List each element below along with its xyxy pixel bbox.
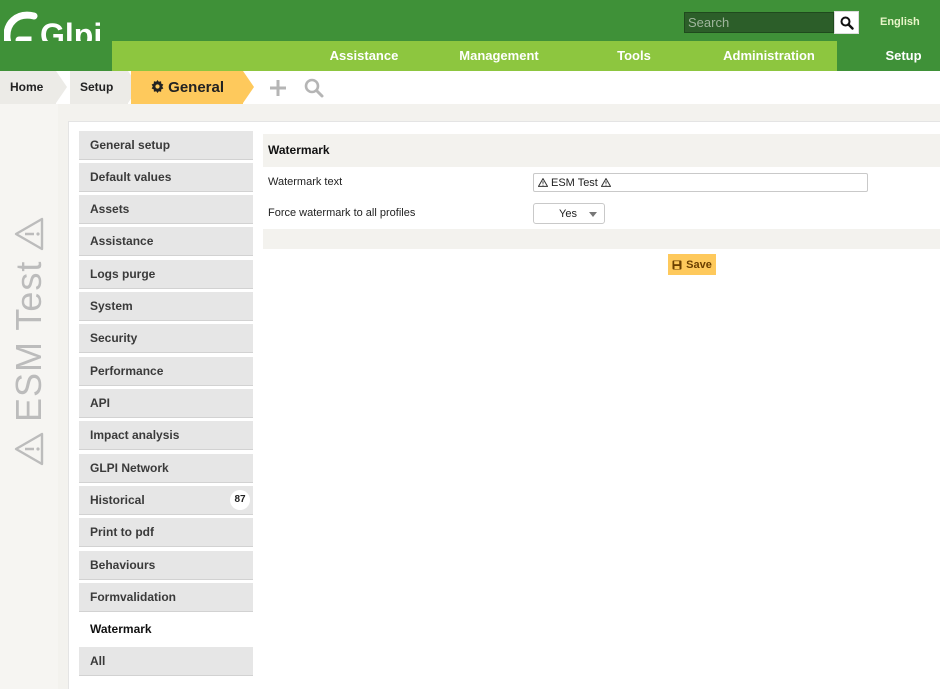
tab-watermark[interactable]: Watermark bbox=[79, 615, 253, 644]
save-button[interactable]: Save bbox=[668, 254, 716, 275]
breadcrumb-general[interactable]: General bbox=[131, 71, 243, 104]
plus-icon[interactable] bbox=[267, 77, 289, 99]
tab-logs-purge[interactable]: Logs purge bbox=[79, 260, 253, 289]
tab-system[interactable]: System bbox=[79, 292, 253, 321]
watermark-text: ESM Test bbox=[8, 217, 50, 466]
breadcrumb: Home Setup General bbox=[0, 71, 940, 104]
watermark-text-label: Watermark text bbox=[268, 176, 343, 188]
force-watermark-select[interactable]: Yes bbox=[533, 203, 605, 224]
tab-assistance[interactable]: Assistance bbox=[79, 227, 253, 256]
menu-notch bbox=[0, 41, 112, 71]
search-icon bbox=[840, 16, 854, 30]
tab-general-setup[interactable]: General setup bbox=[79, 131, 253, 160]
warning-icon bbox=[538, 178, 548, 187]
count-badge: 87 bbox=[230, 490, 250, 510]
menu-assistance[interactable]: Assistance bbox=[308, 41, 420, 71]
tab-impact-analysis[interactable]: Impact analysis bbox=[79, 421, 253, 450]
tab-print-to-pdf[interactable]: Print to pdf bbox=[79, 518, 253, 547]
tab-behaviours[interactable]: Behaviours bbox=[79, 551, 253, 580]
warning-icon bbox=[600, 178, 611, 187]
tab-performance[interactable]: Performance bbox=[79, 357, 253, 386]
tab-assets[interactable]: Assets bbox=[79, 195, 253, 224]
chevron-down-icon bbox=[589, 212, 597, 217]
tab-api[interactable]: API bbox=[79, 389, 253, 418]
gear-icon bbox=[151, 80, 164, 93]
menu-setup[interactable]: Setup bbox=[837, 41, 940, 71]
form-title: Watermark bbox=[263, 134, 940, 167]
tab-glpi-network[interactable]: GLPI Network bbox=[79, 454, 253, 483]
menu-administration[interactable]: Administration bbox=[700, 41, 838, 71]
menu-management[interactable]: Management bbox=[440, 41, 558, 71]
language-switcher[interactable]: English bbox=[880, 16, 920, 28]
menu-tools[interactable]: Tools bbox=[598, 41, 670, 71]
tab-formvalidation[interactable]: Formvalidation bbox=[79, 583, 253, 612]
watermark-strip: ESM Test bbox=[0, 104, 58, 689]
tab-security[interactable]: Security bbox=[79, 324, 253, 353]
search-button[interactable] bbox=[834, 11, 859, 34]
breadcrumb-home[interactable]: Home bbox=[0, 71, 56, 104]
search-icon[interactable] bbox=[303, 77, 325, 99]
tab-historical[interactable]: Historical 87 bbox=[79, 486, 253, 515]
search-input[interactable] bbox=[684, 12, 834, 33]
tab-default-values[interactable]: Default values bbox=[79, 163, 253, 192]
breadcrumb-setup[interactable]: Setup bbox=[70, 71, 128, 104]
form-footer bbox=[263, 229, 940, 249]
warning-icon bbox=[14, 432, 44, 466]
warning-icon bbox=[14, 217, 44, 250]
tab-all[interactable]: All bbox=[79, 647, 253, 676]
floppy-icon bbox=[672, 260, 682, 269]
watermark-text-field[interactable]: ESM Test bbox=[533, 173, 868, 192]
force-watermark-label: Force watermark to all profiles bbox=[268, 207, 416, 219]
